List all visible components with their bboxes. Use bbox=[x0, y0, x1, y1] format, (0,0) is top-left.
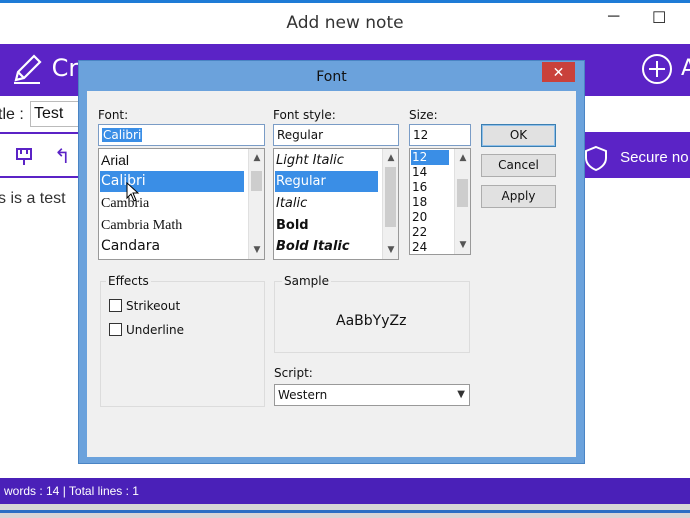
style-option-bold[interactable]: Bold bbox=[275, 215, 309, 236]
app-root: Add new note ─ ☐ Cr A tle : Test ↰ Secur… bbox=[0, 0, 690, 518]
window-title: Add new note bbox=[286, 13, 404, 33]
apply-button[interactable]: Apply bbox=[481, 185, 556, 208]
style-list-scrollbar[interactable]: ▲ ▼ bbox=[382, 149, 398, 259]
plus-circle-icon bbox=[640, 54, 681, 84]
shield-icon bbox=[582, 145, 620, 172]
taskbar-accent bbox=[0, 510, 690, 513]
size-list[interactable]: 12 14 16 18 20 22 24 ▲ ▼ bbox=[409, 148, 471, 255]
font-dialog-titlebar: Font ✕ bbox=[79, 61, 584, 91]
window-titlebar: Add new note ─ ☐ bbox=[0, 0, 690, 44]
create-note-button[interactable]: Cr bbox=[10, 52, 78, 86]
ok-button[interactable]: OK bbox=[481, 124, 556, 147]
size-list-scrollbar[interactable]: ▲ ▼ bbox=[454, 149, 470, 254]
font-option-calibri[interactable]: Calibri bbox=[100, 171, 244, 192]
status-bar: words : 14 | Total lines : 1 bbox=[0, 478, 690, 504]
add-label: A bbox=[680, 56, 690, 81]
size-option-16[interactable]: 16 bbox=[411, 180, 427, 195]
size-label: Size: bbox=[409, 108, 438, 122]
script-select[interactable]: Western ▼ bbox=[274, 384, 470, 406]
font-list-scroll-thumb[interactable] bbox=[251, 171, 262, 191]
font-dialog: Font ✕ Font: Calibri Arial Calibri Cambr… bbox=[78, 60, 585, 464]
window-top-accent bbox=[0, 0, 690, 3]
note-body-text: s is a test bbox=[0, 190, 66, 207]
cancel-button[interactable]: Cancel bbox=[481, 154, 556, 177]
font-dialog-body: Font: Calibri Arial Calibri Cambria Camb… bbox=[87, 91, 576, 457]
chevron-up-icon[interactable]: ▲ bbox=[249, 151, 264, 165]
size-option-20[interactable]: 20 bbox=[411, 210, 427, 225]
add-button[interactable]: A bbox=[640, 52, 690, 86]
chevron-up-icon[interactable]: ▲ bbox=[455, 151, 470, 165]
secure-note-button[interactable]: Secure no bbox=[582, 144, 689, 172]
strikeout-label: Strikeout bbox=[126, 299, 181, 313]
note-title-label: tle : bbox=[0, 106, 24, 123]
font-name-list[interactable]: Arial Calibri Cambria Cambria Math Canda… bbox=[98, 148, 265, 260]
size-list-scroll-thumb[interactable] bbox=[457, 179, 468, 207]
style-option-bold-italic[interactable]: Bold Italic bbox=[275, 236, 350, 257]
chevron-down-icon[interactable]: ▼ bbox=[249, 243, 264, 257]
script-label: Script: bbox=[274, 366, 313, 380]
status-text: words : 14 | Total lines : 1 bbox=[4, 484, 139, 498]
taskbar-strip bbox=[0, 504, 690, 518]
pencil-icon bbox=[10, 54, 52, 84]
chevron-down-icon[interactable]: ▼ bbox=[457, 385, 465, 405]
chevron-up-icon[interactable]: ▲ bbox=[383, 151, 398, 165]
chevron-down-icon[interactable]: ▼ bbox=[455, 238, 470, 252]
mouse-pointer-icon bbox=[126, 181, 140, 207]
strikeout-checkbox[interactable]: Strikeout bbox=[109, 299, 180, 313]
size-option-24[interactable]: 24 bbox=[411, 240, 427, 254]
font-list-scrollbar[interactable]: ▲ ▼ bbox=[248, 149, 264, 259]
font-option-cambria[interactable]: Cambria bbox=[100, 193, 149, 214]
font-name-input[interactable]: Calibri bbox=[98, 124, 265, 146]
font-option-cambria-math[interactable]: Cambria Math bbox=[100, 215, 182, 236]
style-option-italic[interactable]: Italic bbox=[275, 193, 307, 214]
font-style-input[interactable]: Regular bbox=[273, 124, 399, 146]
create-note-label: Cr bbox=[51, 54, 79, 82]
maximize-button[interactable]: ☐ bbox=[652, 8, 666, 28]
style-list-scroll-thumb[interactable] bbox=[385, 167, 396, 227]
font-option-arial[interactable]: Arial bbox=[100, 150, 129, 171]
strikeout-box[interactable] bbox=[109, 299, 122, 312]
underline-checkbox[interactable]: Underline bbox=[109, 323, 184, 337]
close-icon[interactable]: ✕ bbox=[542, 62, 575, 82]
style-option-light-italic[interactable]: Light Italic bbox=[275, 150, 344, 171]
font-dialog-title: Font bbox=[316, 69, 347, 85]
chevron-down-icon[interactable]: ▼ bbox=[383, 243, 398, 257]
format-tools: ↰ bbox=[0, 134, 86, 176]
font-style-list[interactable]: Light Italic Regular Italic Bold Bold It… bbox=[273, 148, 399, 260]
secure-note-label: Secure no bbox=[620, 148, 689, 166]
sample-preview-text: AaBbYyZz bbox=[336, 313, 407, 329]
size-option-12[interactable]: 12 bbox=[411, 150, 449, 165]
font-label: Font: bbox=[98, 108, 129, 122]
font-option-candara[interactable]: Candara bbox=[100, 236, 160, 257]
minimize-button[interactable]: ─ bbox=[608, 8, 619, 26]
undo-icon[interactable]: ↰ bbox=[54, 144, 71, 169]
size-option-14[interactable]: 14 bbox=[411, 165, 427, 180]
size-input[interactable]: 12 bbox=[409, 124, 471, 146]
effects-label: Effects bbox=[106, 274, 151, 288]
font-style-label: Font style: bbox=[273, 108, 336, 122]
size-option-18[interactable]: 18 bbox=[411, 195, 427, 210]
font-name-value: Calibri bbox=[102, 128, 143, 142]
sample-label: Sample bbox=[282, 274, 331, 288]
underline-box[interactable] bbox=[109, 323, 122, 336]
size-option-22[interactable]: 22 bbox=[411, 225, 427, 240]
style-option-regular[interactable]: Regular bbox=[275, 171, 378, 192]
bookmark-icon[interactable] bbox=[14, 146, 34, 171]
script-value: Western bbox=[278, 388, 328, 402]
underline-label: Underline bbox=[126, 323, 184, 337]
